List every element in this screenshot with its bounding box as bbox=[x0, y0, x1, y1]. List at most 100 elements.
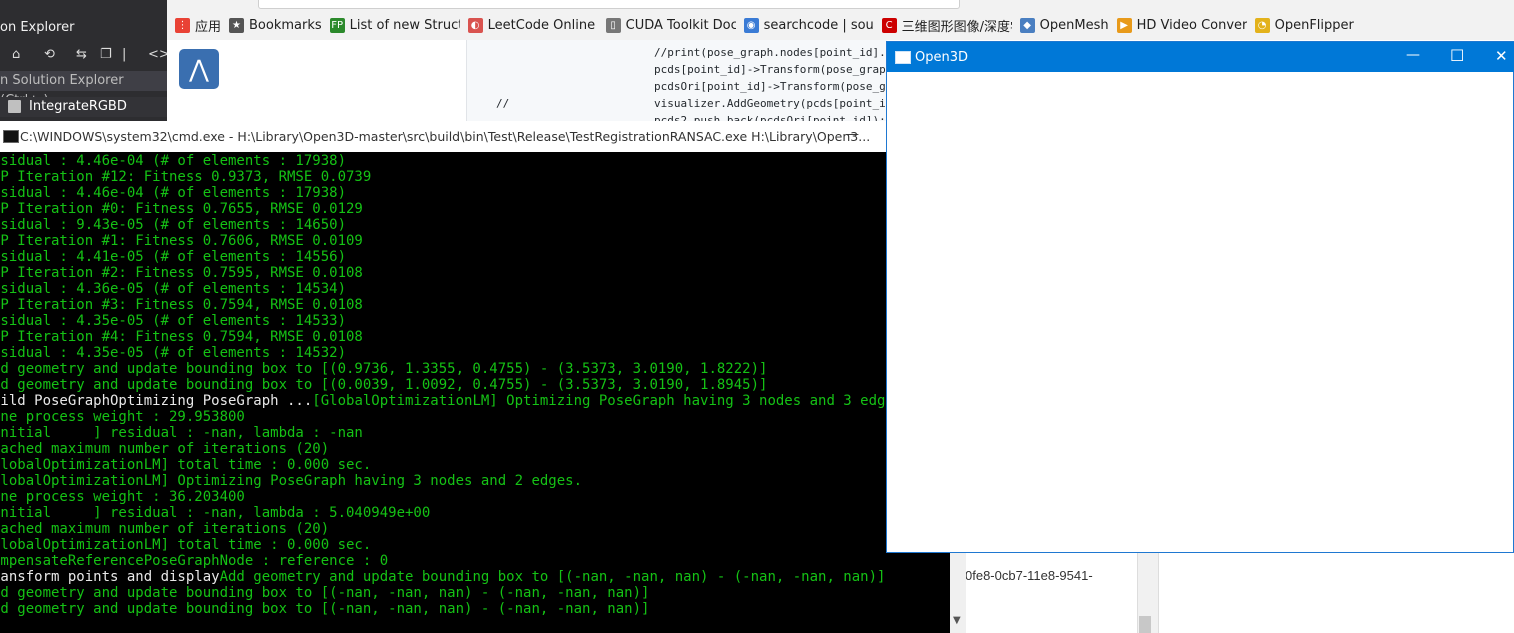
page-scrollbar-thumb[interactable] bbox=[1139, 616, 1151, 633]
console-line: CP Iteration #1: Fitness 0.7606, RMSE 0.… bbox=[0, 233, 363, 249]
console-text: Initial ] residual : -nan, lambda : -nan bbox=[0, 425, 363, 441]
console-line: GlobalOptimizationLM] Optimizing PoseGra… bbox=[0, 473, 582, 489]
console-line: CP Iteration #12: Fitness 0.9373, RMSE 0… bbox=[0, 169, 371, 185]
bookmark-item[interactable]: ★ Bookmarks bbox=[229, 17, 322, 33]
bookmark-item[interactable]: FPList of new Structur bbox=[329, 17, 460, 33]
home-icon[interactable]: ⌂ bbox=[12, 47, 20, 62]
pages-icon[interactable]: ❐ bbox=[100, 47, 112, 62]
bookmark-label: OpenMesh bbox=[1039, 17, 1109, 33]
console-line: eached maximum number of iterations (20) bbox=[0, 441, 329, 457]
console-text: [GlobalOptimizationLM] Optimizing PoseGr… bbox=[312, 393, 911, 409]
console-text: CP Iteration #3: Fitness 0.7594, RMSE 0.… bbox=[0, 297, 363, 313]
console-text: GlobalOptimizationLM] Optimizing PoseGra… bbox=[0, 473, 583, 489]
console-line: esidual : 4.36e-05 (# of elements : 1453… bbox=[0, 281, 346, 297]
searchcode-icon: ◉ bbox=[743, 17, 759, 33]
console-line: dd geometry and update bounding box to [… bbox=[0, 585, 649, 601]
cmd-minimize-button[interactable]: — bbox=[846, 127, 859, 142]
code-line: //print(pose_graph.nodes[point_id]. bbox=[654, 46, 886, 59]
fp-icon: FP bbox=[329, 17, 345, 33]
scroll-down-icon[interactable]: ▼ bbox=[953, 615, 961, 626]
console-line: CP Iteration #2: Fitness 0.7595, RMSE 0.… bbox=[0, 265, 363, 281]
code-line: visualizer.AddGeometry(pcds[point_i bbox=[654, 97, 886, 110]
solution-item-integratergbd[interactable]: IntegrateRGBD bbox=[0, 97, 167, 117]
console-text: esidual : 4.35e-05 (# of elements : 1453… bbox=[0, 313, 347, 329]
leetcode-icon: ◐ bbox=[467, 17, 483, 33]
solution-explorer-toolbar: ⌂ ⟲ ⇆ ❐ | <> bbox=[0, 45, 170, 67]
console-text: esidual : 4.41e-05 (# of elements : 1455… bbox=[0, 249, 347, 265]
console-line: ine process weight : 36.203400 bbox=[0, 489, 245, 505]
cmd-title-text: C:\WINDOWS\system32\cmd.exe - H:\Library… bbox=[20, 129, 871, 144]
console-line: GlobalOptimizationLM] total time : 0.000… bbox=[0, 537, 371, 553]
console-line: uild PoseGraphOptimizing PoseGraph ...[G… bbox=[0, 393, 911, 409]
console-text: esidual : 4.46e-04 (# of elements : 1793… bbox=[0, 153, 347, 169]
bookmark-label: List of new Structur bbox=[349, 17, 460, 33]
console-text: eached maximum number of iterations (20) bbox=[0, 441, 330, 457]
webpage-lower bbox=[965, 553, 1514, 633]
open3d-maximize-button[interactable]: ☐ bbox=[1450, 46, 1464, 65]
address-bar[interactable] bbox=[258, 0, 960, 9]
solution-item-label: IntegrateRGBD bbox=[29, 99, 127, 114]
console-line: dd geometry and update bounding box to [… bbox=[0, 361, 767, 377]
console-line: esidual : 4.35e-05 (# of elements : 1453… bbox=[0, 313, 346, 329]
code-line: pcdsOri[point_id]->Transform(pose_g bbox=[654, 80, 886, 93]
console-text: Add geometry and update bounding box to … bbox=[219, 569, 886, 585]
open3d-title-text: Open3D bbox=[915, 50, 969, 65]
cmd-titlebar[interactable]: C:\WINDOWS\system32\cmd.exe - H:\Library… bbox=[0, 121, 966, 153]
bookmark-item[interactable]: ◔ OpenFlipper bbox=[1254, 17, 1354, 33]
console-text: esidual : 4.46e-04 (# of elements : 1793… bbox=[0, 185, 347, 201]
console-line: dd geometry and update bounding box to [… bbox=[0, 601, 649, 617]
bookmark-item[interactable]: ▶HD Video Converte bbox=[1116, 17, 1247, 33]
console-line: Initial ] residual : -nan, lambda : 5.04… bbox=[0, 505, 430, 521]
bookmark-label: 应用 bbox=[195, 19, 222, 35]
open3d-close-button[interactable]: ✕ bbox=[1495, 47, 1508, 65]
console-text: CP Iteration #4: Fitness 0.7594, RMSE 0.… bbox=[0, 329, 363, 345]
console-line: esidual : 4.46e-04 (# of elements : 1793… bbox=[0, 185, 346, 201]
console-text: Initial ] residual : -nan, lambda : 5.04… bbox=[0, 505, 431, 521]
console-text: CP Iteration #12: Fitness 0.9373, RMSE 0… bbox=[0, 169, 372, 185]
console-text: CP Iteration #1: Fitness 0.7606, RMSE 0.… bbox=[0, 233, 363, 249]
console-line: CP Iteration #0: Fitness 0.7655, RMSE 0.… bbox=[0, 201, 363, 217]
console-text: esidual : 9.43e-05 (# of elements : 1465… bbox=[0, 217, 347, 233]
console-text: dd geometry and update bounding box to [… bbox=[0, 377, 768, 393]
console-text: ransform points and display bbox=[0, 569, 220, 585]
bookmark-label: 三维图形图像/深度学 bbox=[901, 19, 1012, 35]
code-snippet: //print(pose_graph.nodes[point_id]. pcds[… bbox=[466, 40, 887, 127]
bookmark-item[interactable]: ◐LeetCode Online Ju bbox=[467, 17, 598, 33]
hash-text: 0fe8-0cb7-11e8-9541- bbox=[965, 568, 1093, 583]
video-icon: ▶ bbox=[1116, 17, 1132, 33]
openflipper-icon: ◔ bbox=[1254, 17, 1270, 33]
bookmark-item[interactable]: ▯ CUDA Toolkit Docu bbox=[605, 17, 736, 33]
open3d-minimize-button[interactable]: — bbox=[1406, 47, 1420, 63]
console-text: dd geometry and update bounding box to [… bbox=[0, 601, 650, 617]
console-line: esidual : 4.35e-05 (# of elements : 1453… bbox=[0, 345, 346, 361]
solution-explorer-search[interactable]: n Solution Explorer (Ctrl+;) bbox=[0, 71, 167, 108]
sync-icon[interactable]: ⇆ bbox=[76, 47, 87, 62]
site-logo-icon[interactable]: ⋀ bbox=[179, 49, 219, 89]
console-line: esidual : 4.41e-05 (# of elements : 1455… bbox=[0, 249, 346, 265]
console-text: ompensateReferencePoseGraphNode : refere… bbox=[0, 553, 389, 569]
bookmarks-bar: ⋮ 应用 ★Bookmarks FPList of new Structur ◐Leet… bbox=[167, 12, 1354, 38]
bookmark-item[interactable]: ⋮ 应用 bbox=[175, 16, 221, 35]
history-icon[interactable]: ⟲ bbox=[44, 47, 55, 62]
code-line: pcds[point_id]->Transform(pose_grap bbox=[654, 63, 886, 76]
console-line: CP Iteration #4: Fitness 0.7594, RMSE 0.… bbox=[0, 329, 363, 345]
console-text: esidual : 4.36e-05 (# of elements : 1453… bbox=[0, 281, 347, 297]
open3d-window[interactable] bbox=[886, 41, 1514, 553]
bookmark-item[interactable]: C 三维图形图像/深度学 bbox=[881, 16, 1012, 35]
console-line: eached maximum number of iterations (20) bbox=[0, 521, 329, 537]
open3d-titlebar[interactable]: Open3D — ☐ ✕ bbox=[887, 42, 1514, 72]
console-text: GlobalOptimizationLM] total time : 0.000… bbox=[0, 537, 372, 553]
code-comment-prefix: // bbox=[496, 97, 510, 110]
bookmark-label: searchcode | source bbox=[763, 17, 874, 33]
console-line: ine process weight : 29.953800 bbox=[0, 409, 245, 425]
bookmark-item[interactable]: ◉searchcode | source bbox=[743, 17, 874, 33]
console-line: esidual : 9.43e-05 (# of elements : 1465… bbox=[0, 217, 346, 233]
console-line: ompensateReferencePoseGraphNode : refere… bbox=[0, 553, 388, 569]
bookmark-item[interactable]: ◆ OpenMesh bbox=[1019, 17, 1109, 33]
separator: | bbox=[122, 47, 127, 62]
c-logo-icon: C bbox=[881, 17, 897, 33]
console-line: GlobalOptimizationLM] total time : 0.000… bbox=[0, 457, 371, 473]
bookmark-label: LeetCode Online Ju bbox=[487, 17, 598, 33]
console-text: uild PoseGraphOptimizing PoseGraph ... bbox=[0, 393, 313, 409]
console-line: esidual : 4.46e-04 (# of elements : 1793… bbox=[0, 153, 346, 169]
